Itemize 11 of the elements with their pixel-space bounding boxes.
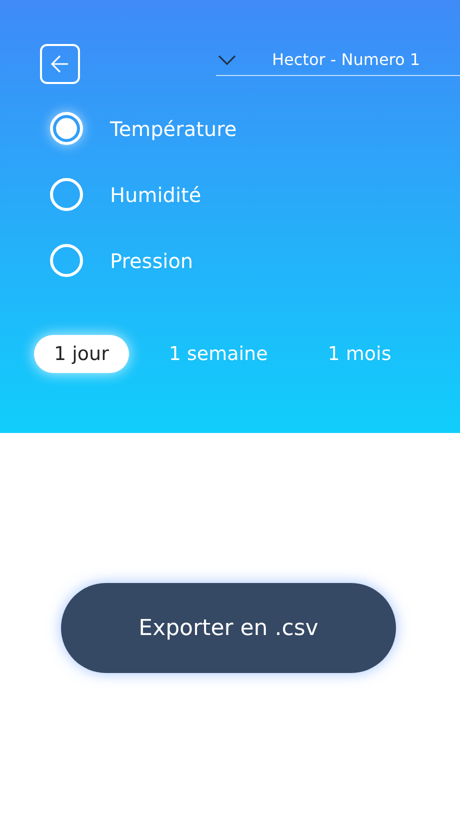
measure-radio[interactable]: Température: [50, 112, 237, 145]
period-tab[interactable]: 1 jour: [34, 335, 129, 373]
export-csv-button[interactable]: Exporter en .csv: [61, 583, 396, 673]
chevron-down-icon: [218, 54, 236, 64]
period-tab[interactable]: 1 semaine: [148, 335, 288, 373]
measure-radio[interactable]: Humidité: [50, 178, 202, 211]
back-button[interactable]: [40, 44, 80, 84]
back-arrow-icon: [50, 54, 70, 74]
device-dropdown[interactable]: Hector - Numero 1: [216, 44, 460, 76]
measure-radio[interactable]: Pression: [50, 244, 194, 277]
period-tab[interactable]: 1 mois: [308, 335, 412, 373]
